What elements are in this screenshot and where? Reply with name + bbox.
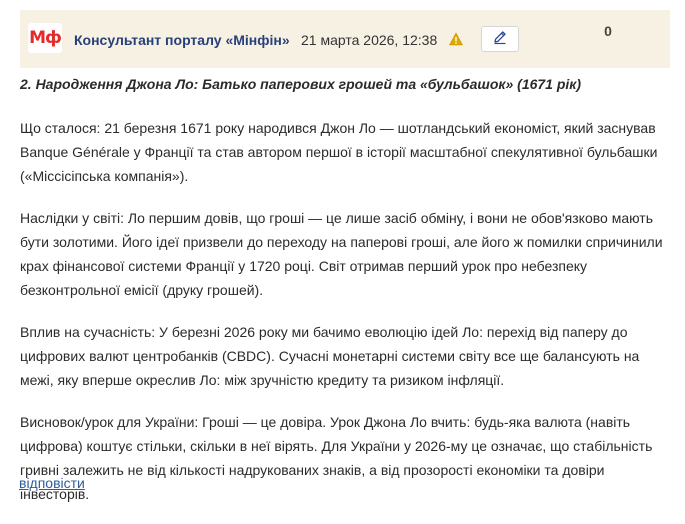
paragraph-what-happened: Що сталося: 21 березня 1671 року народив… xyxy=(20,120,658,184)
reply-link[interactable]: відповісти xyxy=(19,475,85,491)
paragraph-modern-impact: Вплив на сучасність: У березні 2026 року… xyxy=(20,324,640,388)
pencil-icon xyxy=(492,29,508,50)
minfin-logo: Мф xyxy=(28,23,62,53)
post-title: 2. Народження Джона Ло: Батько паперових… xyxy=(20,76,582,92)
comment-header: Мф Консультант порталу «Мінфін» 21 марта… xyxy=(20,10,670,68)
comment-body: 2. Народження Джона Ло: Батько паперових… xyxy=(20,72,670,524)
paragraph-consequences: Наслідки у світі: Ло першим довів, що гр… xyxy=(20,210,663,298)
warning-icon[interactable] xyxy=(448,32,464,46)
post-datetime: 21 марта 2026, 12:38 xyxy=(301,32,438,48)
rating-count: 0 xyxy=(604,23,612,39)
edit-button[interactable] xyxy=(481,26,519,52)
author-name[interactable]: Консультант порталу «Мінфін» xyxy=(74,32,290,48)
paragraph-lesson-ukraine: Висновок/урок для України: Гроші — це до… xyxy=(20,414,653,502)
